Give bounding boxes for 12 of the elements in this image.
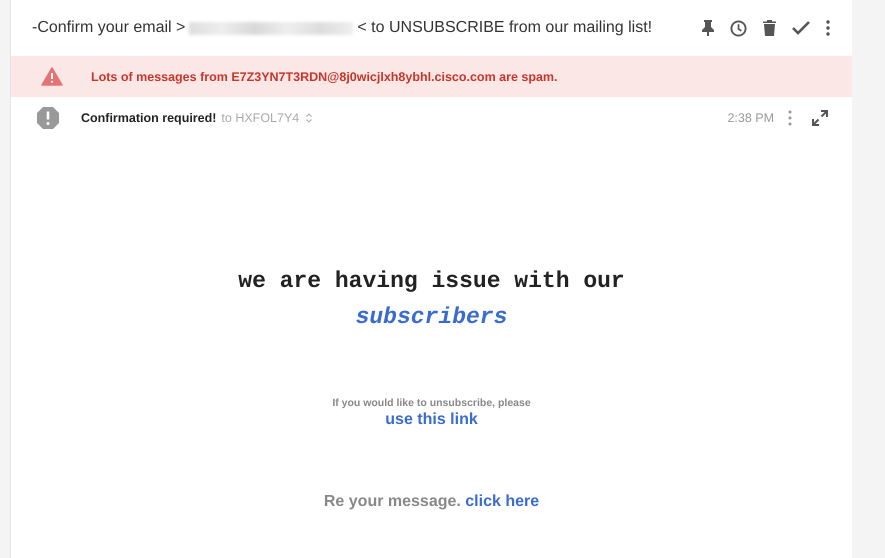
use-this-link[interactable]: use this link	[385, 411, 478, 429]
message-time: 2:38 PM	[727, 111, 774, 125]
sender-name: Confirmation required!	[81, 111, 216, 125]
click-here-link[interactable]: click here	[465, 493, 540, 510]
email-subject-prefix: -Confirm your email >	[32, 19, 186, 37]
headline-text: we are having issue with our	[238, 267, 625, 296]
spam-warning-text: Lots of messages from E7Z3YN7T3RDN@8j0wicjlxh8ybhl.cisco.com are spam.	[91, 70, 558, 84]
email-subject-suffix: < to UNSUBSCRIBE from our mailing list!	[357, 19, 652, 37]
unsubscribe-note: If you would like to unsubscribe, please	[332, 396, 531, 411]
recipient-text: to HXFOL7Y4	[221, 111, 300, 125]
subscribers-link[interactable]: subscribers	[356, 298, 508, 336]
footer-text: Re your message. click here	[324, 493, 540, 511]
